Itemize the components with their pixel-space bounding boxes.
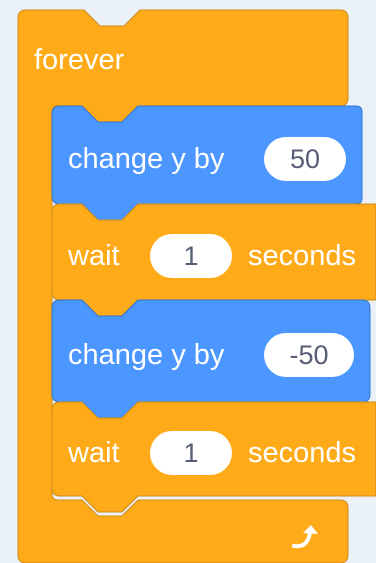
wait-label-1: wait <box>68 240 120 272</box>
forever-label: forever <box>34 44 125 76</box>
wait-input-1[interactable]: 1 <box>150 234 232 278</box>
change-y-label-2: change y by <box>68 339 225 371</box>
scripts-area: forever change y by 50 wait 1 seconds ch… <box>0 0 376 563</box>
wait-input-2[interactable]: 1 <box>150 431 232 475</box>
change-y-input-1[interactable]: 50 <box>264 137 346 181</box>
seconds-label-1: seconds <box>248 240 357 272</box>
seconds-label-2: seconds <box>248 437 357 469</box>
change-y-input-2[interactable]: -50 <box>264 333 354 377</box>
change-y-label-1: change y by <box>68 143 225 175</box>
loop-arrow-icon <box>292 525 318 549</box>
block-shapes <box>17 9 376 563</box>
wait-label-2: wait <box>68 437 120 469</box>
